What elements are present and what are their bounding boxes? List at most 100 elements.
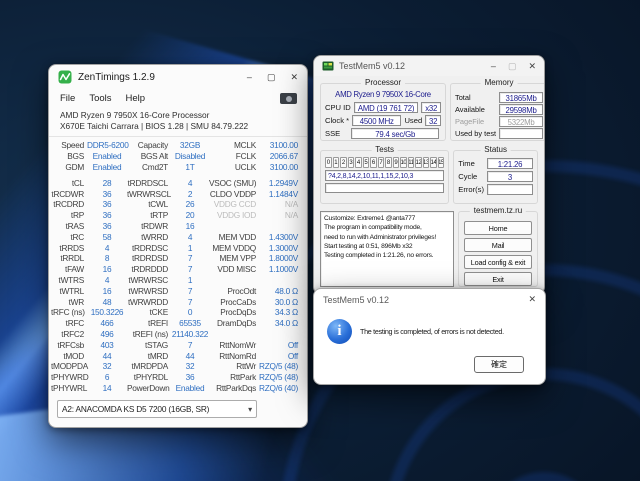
timing-label: Cmd2T <box>127 162 171 173</box>
close-icon[interactable]: ✕ <box>290 73 298 82</box>
timing-value: 16 <box>87 264 127 275</box>
status-cycle-label: Cycle <box>458 172 484 181</box>
timing-value: Enabled <box>87 162 127 173</box>
test-number-buttons: 0123456789101112131415 <box>325 157 444 168</box>
log-line: The program in compatibility mode, <box>324 223 450 232</box>
timing-value: 65535 <box>171 318 209 329</box>
timing-value: 7 <box>171 297 209 308</box>
timing-value: 7 <box>171 286 209 297</box>
timing-value: 28 <box>87 178 127 189</box>
load-config-exit-button[interactable]: Load config & exit <box>464 255 532 269</box>
menu-tools[interactable]: Tools <box>82 91 118 106</box>
maximize-icon[interactable]: ▢ <box>267 73 276 82</box>
timing-label: tRDWR <box>127 221 171 232</box>
timing-value: 34.0 Ω <box>259 318 302 329</box>
timing-value: RZQ/6 (40) <box>259 383 302 394</box>
timing-label: BGS <box>51 151 87 162</box>
close-icon[interactable]: ✕ <box>528 294 536 305</box>
timing-value: 36 <box>87 189 127 200</box>
test-button-2[interactable]: 2 <box>340 157 347 168</box>
timing-label: RttNomWr <box>209 340 259 351</box>
timing-value: 466 <box>87 318 127 329</box>
timing-label: tCKE <box>127 307 171 318</box>
memory-groupbox: Memory Total 31865Mb Available 29598Mb P… <box>450 83 545 141</box>
ok-button[interactable]: 確定 <box>474 356 524 373</box>
timing-label: VDDG IOD <box>209 210 259 221</box>
timing-label: tWRWRDD <box>127 297 171 308</box>
test-button-6[interactable]: 6 <box>370 157 377 168</box>
test-button-10[interactable]: 10 <box>400 157 407 168</box>
minimize-icon[interactable]: – <box>247 73 252 82</box>
timing-label: ProcDqDs <box>209 307 259 318</box>
zentimings-app-icon <box>58 70 72 84</box>
timing-label: tRC <box>51 232 87 243</box>
dialog-titlebar[interactable]: TestMem5 v0.12 ✕ <box>314 289 545 310</box>
test-button-12[interactable]: 12 <box>415 157 422 168</box>
test-button-3[interactable]: 3 <box>348 157 355 168</box>
timing-label: RttParkDqs <box>209 383 259 394</box>
test-button-14[interactable]: 14 <box>430 157 437 168</box>
test-button-0[interactable]: 0 <box>325 157 332 168</box>
test-button-4[interactable]: 4 <box>355 157 362 168</box>
memory-available-field: 29598Mb <box>499 104 543 115</box>
processor-legend: Processor <box>361 78 405 87</box>
minimize-icon[interactable]: – <box>491 62 496 71</box>
timing-value: 16 <box>171 221 209 232</box>
timing-label: BGS Alt <box>127 151 171 162</box>
action-buttons: Home Mail Load config & exit Exit <box>464 221 532 286</box>
timing-value: 1.8000V <box>259 253 302 264</box>
mail-button[interactable]: Mail <box>464 238 532 252</box>
timing-value: 44 <box>87 351 127 362</box>
site-legend: testmem.tz.ru <box>470 206 526 215</box>
timing-value: 36 <box>87 221 127 232</box>
screenshot-camera-icon[interactable] <box>280 93 297 104</box>
log-line: Start testing at 0:51, 896Mb x32 <box>324 242 450 251</box>
cpu-name: AMD Ryzen 9 7950X 16-Core <box>325 90 441 99</box>
exit-button[interactable]: Exit <box>464 272 532 286</box>
test-sequence-field[interactable]: ?4,2,8,14,2,10,11,1,15,2,10,3 <box>325 170 444 181</box>
timing-value: 150.3226 <box>87 307 127 318</box>
timing-value: 2066.67 <box>259 151 302 162</box>
test-button-1[interactable]: 1 <box>333 157 340 168</box>
timing-label: tWRWRSD <box>127 286 171 297</box>
sse-label: SSE <box>325 129 340 138</box>
status-time-field: 1:21.26 <box>487 158 533 169</box>
timing-label: RttPark <box>209 372 259 383</box>
timing-value: Enabled <box>87 151 127 162</box>
timing-value: 1 <box>171 275 209 286</box>
timing-value: 4 <box>87 243 127 254</box>
cpu-mult-field: x32 <box>421 102 441 113</box>
zentimings-window: ZenTimings 1.2.9 – ▢ ✕ File Tools Help A… <box>48 64 308 428</box>
menu-file[interactable]: File <box>53 91 82 106</box>
test-button-9[interactable]: 9 <box>393 157 400 168</box>
dialog-title: TestMem5 v0.12 <box>323 295 389 305</box>
timing-label: tPHYRDL <box>127 372 171 383</box>
timing-value: 36 <box>87 210 127 221</box>
dimm-selector-dropdown[interactable]: A2: ANACOMDA KS D5 7200 (16GB, SR) ▾ <box>57 400 257 418</box>
memory-legend: Memory <box>481 78 518 87</box>
timing-label: VSOC (SMU) <box>209 178 259 189</box>
zentimings-titlebar[interactable]: ZenTimings 1.2.9 – ▢ ✕ <box>49 65 307 89</box>
test-button-7[interactable]: 7 <box>378 157 385 168</box>
timing-label: tPHYWRL <box>51 383 87 394</box>
timing-value: 1.4300V <box>259 232 302 243</box>
log-line: Customize: Extreme1 @anta777 <box>324 214 450 223</box>
info-icon: i <box>327 319 352 344</box>
menu-help[interactable]: Help <box>119 91 153 106</box>
test-button-13[interactable]: 13 <box>423 157 430 168</box>
timing-value: RZQ/5 (48) <box>259 361 302 372</box>
clock-label: Clock * <box>325 116 349 125</box>
timing-label: tRFCsb <box>51 340 87 351</box>
status-errors-label: Error(s) <box>458 185 484 194</box>
timing-value: 26 <box>171 199 209 210</box>
home-button[interactable]: Home <box>464 221 532 235</box>
test-button-8[interactable]: 8 <box>385 157 392 168</box>
test-button-15[interactable]: 15 <box>438 157 445 168</box>
test-button-5[interactable]: 5 <box>363 157 370 168</box>
desktop-wallpaper: ZenTimings 1.2.9 – ▢ ✕ File Tools Help A… <box>0 0 640 481</box>
timing-label: tCWL <box>127 199 171 210</box>
testmem5-titlebar[interactable]: TestMem5 v0.12 – ▢ ✕ <box>314 56 544 76</box>
test-button-11[interactable]: 11 <box>408 157 415 168</box>
close-icon[interactable]: ✕ <box>528 62 536 71</box>
timing-label: VDD MISC <box>209 264 259 275</box>
